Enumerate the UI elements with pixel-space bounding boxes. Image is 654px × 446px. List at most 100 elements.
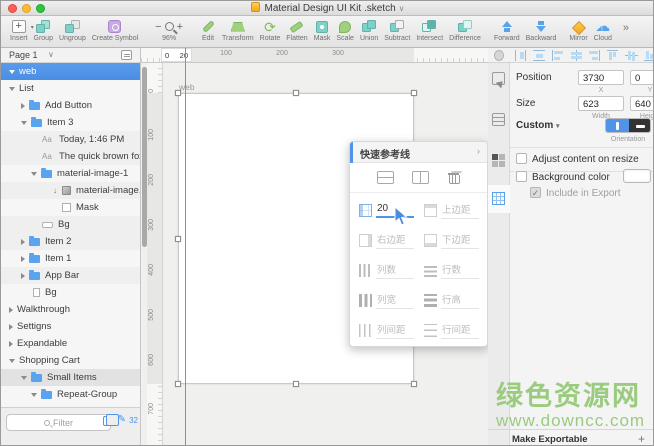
disclosure-triangle-icon[interactable] <box>31 172 37 176</box>
group-button[interactable]: Group <box>34 18 53 42</box>
components-tab-icon[interactable] <box>492 154 498 160</box>
artboard-label[interactable]: web <box>179 82 195 92</box>
add-row-guides-button[interactable] <box>377 171 394 184</box>
export-tab-icon[interactable] <box>492 72 505 85</box>
disclosure-triangle-icon[interactable] <box>21 103 25 109</box>
resize-handle-bottom-left[interactable] <box>175 381 181 387</box>
layer-row-settigns[interactable]: Settigns <box>1 318 140 335</box>
toolbar-overflow-button[interactable]: » <box>618 18 634 35</box>
disclosure-triangle-icon[interactable] <box>9 70 15 74</box>
bottom-margin-field[interactable]: 下边距 <box>424 225 479 255</box>
layer-row-repeat-group[interactable]: Repeat-Group <box>1 386 140 403</box>
popup-header[interactable]: 快速参考线 › <box>350 142 487 163</box>
resize-handle-top-left[interactable] <box>175 90 181 96</box>
field-placeholder[interactable]: 列宽 <box>376 291 414 309</box>
position-x-input[interactable]: 3730 <box>578 70 624 85</box>
cloud-button[interactable]: ☁ Cloud <box>594 18 612 42</box>
title-bar[interactable]: Material Design UI Kit .sketch∨ <box>1 1 654 16</box>
resize-mode-dropdown[interactable]: Custom ▾ <box>516 120 560 131</box>
disclosure-triangle-icon[interactable] <box>9 324 13 330</box>
background-color-swatch[interactable] <box>623 169 651 183</box>
distribute-vertically-icon[interactable] <box>533 50 544 61</box>
layer-row-material-image-1[interactable]: material-image-1 <box>1 165 140 182</box>
resize-handle-bottom-center[interactable] <box>293 381 299 387</box>
column-count-field[interactable]: 列数 <box>359 255 414 285</box>
align-top-icon[interactable] <box>607 50 618 61</box>
canvas-scrollbar[interactable] <box>142 67 147 247</box>
disclosure-triangle-icon[interactable] <box>21 256 25 262</box>
row-count-field[interactable]: 行数 <box>424 255 479 285</box>
layer-row-image[interactable]: ↓ material-image.. <box>1 182 140 199</box>
layer-row-shopping-cart[interactable]: Shopping Cart <box>1 352 140 369</box>
disclosure-triangle-icon[interactable] <box>21 273 25 279</box>
layer-row-small-items[interactable]: Small Items <box>1 369 140 386</box>
field-placeholder[interactable]: 列数 <box>376 261 414 279</box>
zoom-out-button[interactable]: − <box>155 21 161 33</box>
layer-row-bg[interactable]: Bg <box>1 216 140 233</box>
mask-button[interactable]: Mask <box>314 18 331 42</box>
layer-row-item-2[interactable]: Item 2 <box>1 233 140 250</box>
subtract-button[interactable]: Subtract <box>384 18 410 42</box>
plugin-icon[interactable] <box>494 50 504 61</box>
layer-row-bg-2[interactable]: Bg <box>1 284 140 301</box>
pages-bar[interactable]: Page 1 ∨ <box>1 48 141 63</box>
row-height-field[interactable]: 行高 <box>424 285 479 315</box>
mirror-button[interactable]: Mirror <box>569 18 587 42</box>
field-placeholder[interactable]: 列间距 <box>376 321 414 339</box>
horizontal-ruler[interactable]: 0 20 100 200 300 <box>141 48 488 63</box>
intersect-button[interactable]: Intersect <box>416 18 443 42</box>
layer-row-text[interactable]: Aa The quick brown fox <box>1 148 140 165</box>
layer-row-text[interactable]: Aa Today, 1:46 PM <box>1 131 140 148</box>
resize-handle-top-right[interactable] <box>411 90 417 96</box>
orientation-toggle[interactable] <box>605 118 651 133</box>
page-list-icon[interactable] <box>121 50 132 60</box>
resize-handle-top-center[interactable] <box>293 90 299 96</box>
landscape-segment[interactable] <box>629 119 651 133</box>
column-width-field[interactable]: 列宽 <box>359 285 414 315</box>
layer-row-walkthrough[interactable]: Walkthrough <box>1 301 140 318</box>
forward-button[interactable]: Forward <box>494 18 520 42</box>
height-input[interactable]: 640 <box>630 96 654 111</box>
align-center-horizontal-icon[interactable] <box>570 50 581 61</box>
right-margin-field[interactable]: 右边距 <box>359 225 414 255</box>
adjust-content-checkbox[interactable] <box>516 153 527 164</box>
create-symbol-button[interactable]: Create Symbol <box>92 18 138 42</box>
zoom-in-button[interactable]: + <box>177 21 183 33</box>
row-gutter-field[interactable]: 行间距 <box>424 315 479 345</box>
flatten-button[interactable]: Flatten <box>286 18 307 42</box>
align-bottom-icon[interactable] <box>644 50 654 61</box>
field-placeholder[interactable]: 行高 <box>441 291 479 309</box>
grid-tab-icon[interactable] <box>492 192 505 205</box>
distribute-horizontally-icon[interactable] <box>515 50 527 61</box>
layer-row-list[interactable]: List <box>1 80 140 97</box>
background-color-checkbox[interactable] <box>516 171 527 182</box>
layer-row-add-button[interactable]: Add Button <box>1 97 140 114</box>
include-in-export-checkbox[interactable]: ✓ <box>530 187 541 198</box>
disclosure-triangle-icon[interactable] <box>21 121 27 125</box>
delete-guides-button[interactable] <box>448 171 460 184</box>
column-gutter-field[interactable]: 列间距 <box>359 315 414 345</box>
add-column-guides-button[interactable] <box>412 171 429 184</box>
align-middle-vertical-icon[interactable] <box>625 50 636 61</box>
disclosure-triangle-icon[interactable] <box>9 307 13 313</box>
layer-row-item-1[interactable]: Item 1 <box>1 250 140 267</box>
edit-button[interactable]: Edit <box>200 18 216 42</box>
field-placeholder[interactable]: 下边距 <box>441 231 479 249</box>
disclosure-triangle-icon[interactable] <box>9 341 13 347</box>
layer-row-app-bar[interactable]: App Bar <box>1 267 140 284</box>
guide-line[interactable] <box>185 48 186 446</box>
top-margin-field[interactable]: 上边距 <box>424 195 479 225</box>
zoom-controls[interactable]: − + 96% <box>155 18 183 42</box>
add-export-icon[interactable]: + <box>638 432 645 446</box>
width-input[interactable]: 623 <box>578 96 624 111</box>
align-left-icon[interactable] <box>552 50 563 61</box>
title-caret-icon[interactable]: ∨ <box>399 4 405 13</box>
backward-button[interactable]: Backward <box>526 18 557 42</box>
pencil-icon[interactable]: ✎ <box>118 414 126 425</box>
scale-button[interactable]: Scale <box>336 18 354 42</box>
field-placeholder[interactable]: 行数 <box>441 261 479 279</box>
position-y-input[interactable]: 0 <box>630 70 654 85</box>
transform-button[interactable]: Transform <box>222 18 254 42</box>
filter-input[interactable]: Filter <box>6 414 111 431</box>
resize-handle-mid-left[interactable] <box>175 236 181 242</box>
